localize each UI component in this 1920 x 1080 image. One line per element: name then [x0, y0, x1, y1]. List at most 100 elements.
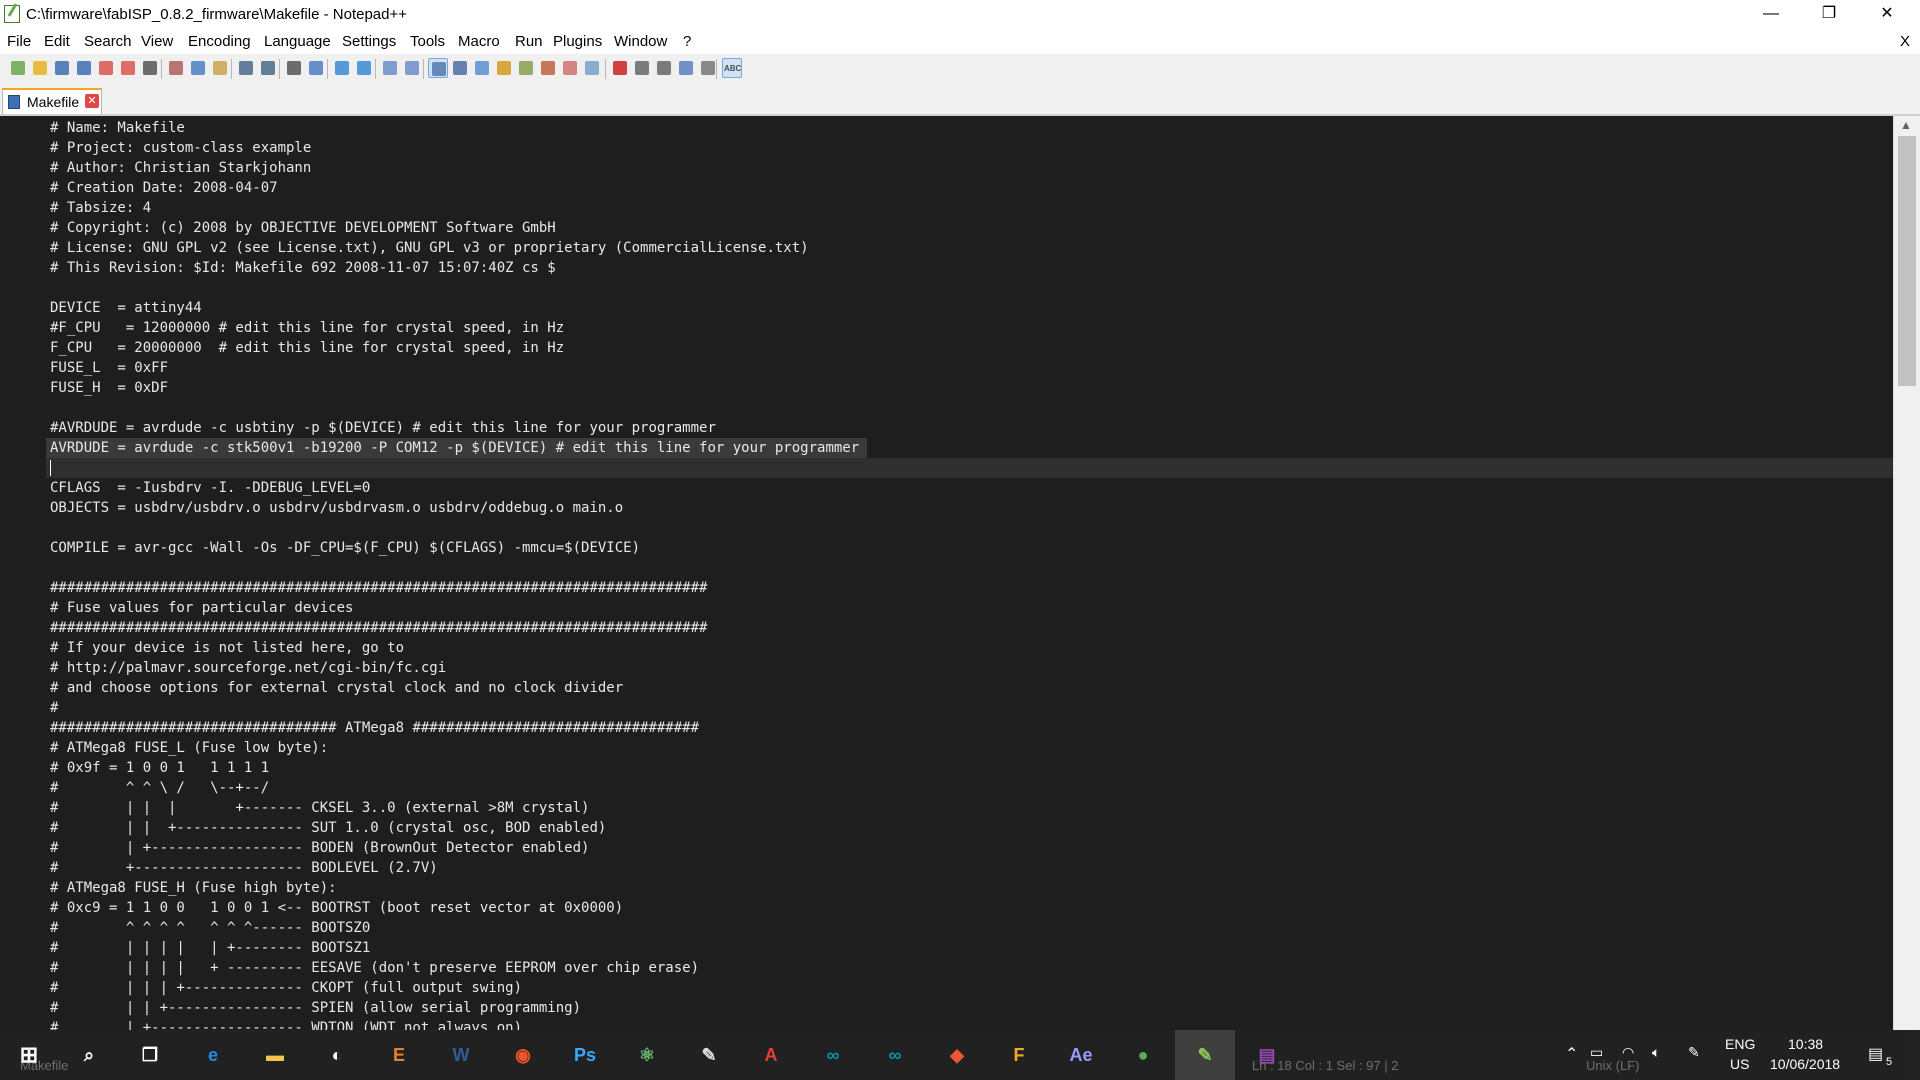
- inkscape-icon[interactable]: ✎: [692, 1038, 726, 1072]
- code-line[interactable]: 17AVRDUDE = avrdude -c stk500v1 -b19200 …: [46, 438, 1894, 458]
- code-line[interactable]: 24######################################…: [46, 578, 1894, 598]
- zoom-out-icon[interactable]: [354, 58, 374, 78]
- code-line[interactable]: 6# Copyright: (c) 2008 by OBJECTIVE DEVE…: [46, 218, 1894, 238]
- code-line[interactable]: 11#F_CPU = 12000000 # edit this line for…: [46, 318, 1894, 338]
- code-line[interactable]: 43# | | | | + --------- EESAVE (don't pr…: [46, 958, 1894, 978]
- code-line[interactable]: 4# Creation Date: 2008-04-07: [46, 178, 1894, 198]
- code-line[interactable]: 37# | +------------------ BODEN (BrownOu…: [46, 838, 1894, 858]
- word-wrap-icon[interactable]: [428, 58, 448, 78]
- acrobat-icon[interactable]: A: [754, 1038, 788, 1072]
- new-file-icon[interactable]: [8, 58, 28, 78]
- code-line[interactable]: 31################################## ATM…: [46, 718, 1894, 738]
- menu-tools[interactable]: Tools: [410, 33, 445, 50]
- code-line[interactable]: 45# | | +---------------- SPIEN (allow s…: [46, 998, 1894, 1018]
- tab-makefile[interactable]: Makefile ✕: [2, 88, 102, 114]
- monitor-icon[interactable]: [582, 58, 602, 78]
- doc-map-icon[interactable]: [516, 58, 536, 78]
- code-line[interactable]: 1# Name: Makefile: [46, 118, 1894, 138]
- code-line[interactable]: 26######################################…: [46, 618, 1894, 638]
- undo-icon[interactable]: [236, 58, 256, 78]
- indent-guide-icon[interactable]: [472, 58, 492, 78]
- code-line[interactable]: 23: [46, 558, 1894, 578]
- save-macro-icon[interactable]: [698, 58, 718, 78]
- fusion-icon[interactable]: F: [1002, 1038, 1036, 1072]
- menu-plugins[interactable]: Plugins: [553, 33, 602, 50]
- redo-icon[interactable]: [258, 58, 278, 78]
- minimize-button[interactable]: —: [1742, 0, 1800, 30]
- menu-view[interactable]: View: [141, 33, 173, 50]
- camera-app-icon[interactable]: ◉: [506, 1038, 540, 1072]
- winrar-icon[interactable]: ▤: [1250, 1038, 1284, 1072]
- code-line[interactable]: 35# | | | +------- CKSEL 3..0 (external …: [46, 798, 1894, 818]
- scroll-up-icon[interactable]: ▲: [1900, 118, 1912, 132]
- edge-icon[interactable]: e: [196, 1038, 230, 1072]
- code-line[interactable]: 10DEVICE = attiny44: [46, 298, 1894, 318]
- code-line[interactable]: 20OBJECTS = usbdrv/usbdrv.o usbdrv/usbdr…: [46, 498, 1894, 518]
- clock-time[interactable]: 10:38: [1788, 1036, 1823, 1052]
- copy-icon[interactable]: [188, 58, 208, 78]
- zoom-in-icon[interactable]: [332, 58, 352, 78]
- print-icon[interactable]: [140, 58, 160, 78]
- stop-macro-icon[interactable]: [632, 58, 652, 78]
- code-line[interactable]: 12F_CPU = 20000000 # edit this line for …: [46, 338, 1894, 358]
- code-line[interactable]: 39# ATMega8 FUSE_H (Fuse high byte):: [46, 878, 1894, 898]
- paste-icon[interactable]: [210, 58, 230, 78]
- code-line[interactable]: 46# | +------------------ WDTON (WDT not…: [46, 1018, 1894, 1030]
- notification-icon[interactable]: ▤: [1868, 1044, 1883, 1064]
- code-line[interactable]: 44# | | | +-------------- CKOPT (full ou…: [46, 978, 1894, 998]
- code-line[interactable]: 18: [46, 458, 1894, 478]
- code-line[interactable]: 21: [46, 518, 1894, 538]
- restore-button[interactable]: ❐: [1800, 0, 1858, 30]
- file-explorer-icon[interactable]: ▬: [258, 1038, 292, 1072]
- arduino-2-icon[interactable]: ∞: [878, 1038, 912, 1072]
- code-line[interactable]: 7# License: GNU GPL v2 (see License.txt)…: [46, 238, 1894, 258]
- menu-help[interactable]: ?: [683, 33, 691, 50]
- battery-icon[interactable]: ▭: [1590, 1044, 1603, 1061]
- task-view-icon[interactable]: ❐: [133, 1038, 167, 1072]
- chrome-icon[interactable]: ●: [1126, 1038, 1160, 1072]
- code-line[interactable]: 22COMPILE = avr-gcc -Wall -Os -DF_CPU=$(…: [46, 538, 1894, 558]
- after-effects-icon[interactable]: Ae: [1064, 1038, 1098, 1072]
- code-line[interactable]: 33# 0x9f = 1 0 0 1 1 1 1 1: [46, 758, 1894, 778]
- atom-icon[interactable]: ⚛: [630, 1038, 664, 1072]
- user-lang-icon[interactable]: [494, 58, 514, 78]
- search-icon[interactable]: ⌕: [72, 1038, 106, 1072]
- close-icon[interactable]: [96, 58, 116, 78]
- code-line[interactable]: 19CFLAGS = -Iusbdrv -I. -DDEBUG_LEVEL=0: [46, 478, 1894, 498]
- code-line[interactable]: 27# If your device is not listed here, g…: [46, 638, 1894, 658]
- windows-start-icon[interactable]: ⊞: [12, 1038, 46, 1072]
- menu-window[interactable]: Window: [614, 33, 667, 50]
- save-all-icon[interactable]: [74, 58, 94, 78]
- eagle-icon[interactable]: E: [382, 1038, 416, 1072]
- wifi-icon[interactable]: ◠: [1622, 1044, 1634, 1061]
- git-icon[interactable]: ◆: [940, 1038, 974, 1072]
- close-document-button[interactable]: X: [1900, 33, 1910, 50]
- folder-workspace-icon[interactable]: [560, 58, 580, 78]
- arduino-icon[interactable]: ∞: [816, 1038, 850, 1072]
- code-line[interactable]: 32# ATMega8 FUSE_L (Fuse low byte):: [46, 738, 1894, 758]
- pen-icon[interactable]: ✎: [1688, 1044, 1700, 1061]
- show-all-chars-icon[interactable]: [450, 58, 470, 78]
- clock-date[interactable]: 10/06/2018: [1770, 1056, 1840, 1072]
- code-line[interactable]: 16#AVRDUDE = avrdude -c usbtiny -p $(DEV…: [46, 418, 1894, 438]
- word-icon[interactable]: W: [444, 1038, 478, 1072]
- code-line[interactable]: 5# Tabsize: 4: [46, 198, 1894, 218]
- code-line[interactable]: 42# | | | | | +-------- BOOTSZ1: [46, 938, 1894, 958]
- code-line[interactable]: 8# This Revision: $Id: Makefile 692 2008…: [46, 258, 1894, 278]
- sync-horizontal-icon[interactable]: [402, 58, 422, 78]
- cut-icon[interactable]: [166, 58, 186, 78]
- record-macro-icon[interactable]: [610, 58, 630, 78]
- menu-encoding[interactable]: Encoding: [188, 33, 251, 50]
- code-line[interactable]: 25# Fuse values for particular devices: [46, 598, 1894, 618]
- run-macro-multiple-icon[interactable]: [676, 58, 696, 78]
- code-line[interactable]: 30#: [46, 698, 1894, 718]
- code-line[interactable]: 2# Project: custom-class example: [46, 138, 1894, 158]
- code-line[interactable]: 15: [46, 398, 1894, 418]
- volume-icon[interactable]: 🔈︎: [1652, 1044, 1660, 1061]
- tab-close-icon[interactable]: ✕: [85, 94, 99, 108]
- code-line[interactable]: 29# and choose options for external crys…: [46, 678, 1894, 698]
- menu-search[interactable]: Search: [84, 33, 132, 50]
- photoshop-icon[interactable]: Ps: [568, 1038, 602, 1072]
- code-line[interactable]: 34# ^ ^ \ / \--+--/: [46, 778, 1894, 798]
- sync-vertical-icon[interactable]: [380, 58, 400, 78]
